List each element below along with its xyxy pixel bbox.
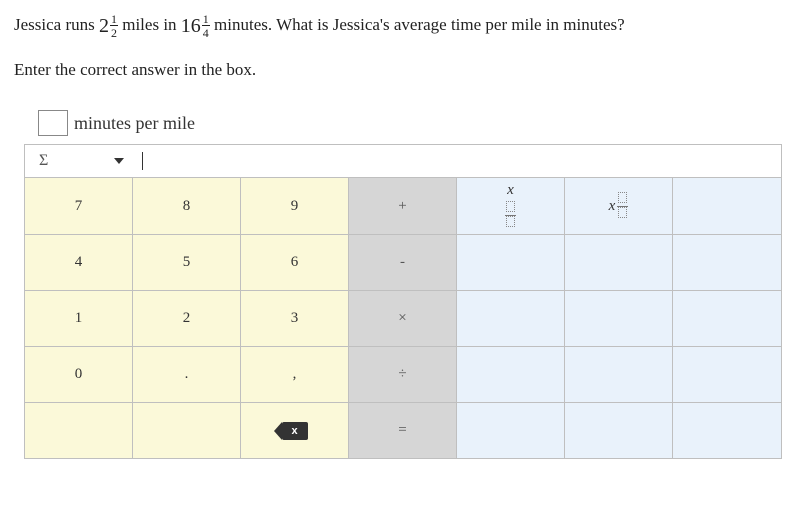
key-fn-empty-2a: [457, 290, 565, 346]
key-minus[interactable]: -: [349, 234, 457, 290]
mixed1-whole: 2: [99, 10, 109, 42]
keypad-row-4: x =: [25, 402, 781, 458]
key-plus[interactable]: +: [349, 178, 457, 234]
key-5[interactable]: 5: [133, 234, 241, 290]
key-fn-empty-1b: [565, 234, 673, 290]
key-equals[interactable]: =: [349, 402, 457, 458]
key-fn-empty-0: [673, 178, 781, 234]
answer-row: minutes per mile: [38, 110, 786, 136]
mixed-x-icon: x: [609, 198, 616, 215]
key-backspace[interactable]: x: [241, 402, 349, 458]
key-7[interactable]: 7: [25, 178, 133, 234]
key-mixed-number[interactable]: x: [565, 178, 673, 234]
key-4[interactable]: 4: [25, 234, 133, 290]
fraction-x-icon: x: [507, 182, 514, 199]
mixed1-fraction: 1 2: [110, 13, 118, 39]
key-divide[interactable]: ÷: [349, 346, 457, 402]
mixed2-fraction: 1 4: [202, 13, 210, 39]
keypad-row-0: 7 8 9 + x x: [25, 178, 781, 234]
mixed1-numerator: 1: [110, 13, 118, 26]
key-fn-empty-3c: [673, 346, 781, 402]
key-fn-empty-4a: [457, 402, 565, 458]
key-fn-empty-1a: [457, 234, 565, 290]
instruction-text: Enter the correct answer in the box.: [14, 60, 786, 80]
key-9[interactable]: 9: [241, 178, 349, 234]
sigma-button[interactable]: Σ: [33, 150, 54, 172]
key-multiply[interactable]: ×: [349, 290, 457, 346]
mixed-fraction-placeholder-icon: [617, 192, 628, 221]
key-6[interactable]: 6: [241, 234, 349, 290]
backspace-icon: x: [282, 422, 308, 440]
key-fraction[interactable]: x: [457, 178, 565, 234]
mixed-number-1: 2 1 2: [99, 10, 118, 42]
mixed2-denominator: 4: [203, 26, 209, 39]
key-fn-empty-4c: [673, 402, 781, 458]
key-3[interactable]: 3: [241, 290, 349, 346]
key-fn-empty-4b: [565, 402, 673, 458]
key-comma[interactable]: ,: [241, 346, 349, 402]
q-prefix: Jessica runs: [14, 15, 99, 34]
key-fn-empty-2b: [565, 290, 673, 346]
key-2[interactable]: 2: [133, 290, 241, 346]
fraction-placeholder-icon: [505, 201, 516, 230]
answer-input[interactable]: [38, 110, 68, 136]
key-fn-empty-3b: [565, 346, 673, 402]
mixed-number-2: 16 1 4: [181, 10, 210, 42]
key-8[interactable]: 8: [133, 178, 241, 234]
answer-unit-label: minutes per mile: [74, 113, 195, 134]
keypad-row-1: 4 5 6 -: [25, 234, 781, 290]
keypad-row-2: 1 2 3 ×: [25, 290, 781, 346]
mixed2-whole: 16: [181, 10, 201, 42]
key-decimal[interactable]: .: [133, 346, 241, 402]
key-blank-a: [25, 402, 133, 458]
keypad: 7 8 9 + x x 4 5 6: [24, 178, 782, 459]
key-1[interactable]: 1: [25, 290, 133, 346]
key-0[interactable]: 0: [25, 346, 133, 402]
mixed2-numerator: 1: [202, 13, 210, 26]
text-cursor: [142, 152, 143, 170]
q-suffix: minutes. What is Jessica's average time …: [214, 15, 625, 34]
q-mid1: miles in: [122, 15, 181, 34]
mixed1-denominator: 2: [111, 26, 117, 39]
key-fn-empty-3a: [457, 346, 565, 402]
keypad-row-3: 0 . , ÷: [25, 346, 781, 402]
dropdown-caret-icon[interactable]: [114, 158, 124, 164]
question-text: Jessica runs 2 1 2 miles in 16 1 4 minut…: [14, 10, 786, 42]
key-blank-b: [133, 402, 241, 458]
key-fn-empty-2c: [673, 290, 781, 346]
key-fn-empty-1c: [673, 234, 781, 290]
equation-toolbar: Σ: [24, 144, 782, 178]
backspace-x: x: [291, 425, 297, 437]
